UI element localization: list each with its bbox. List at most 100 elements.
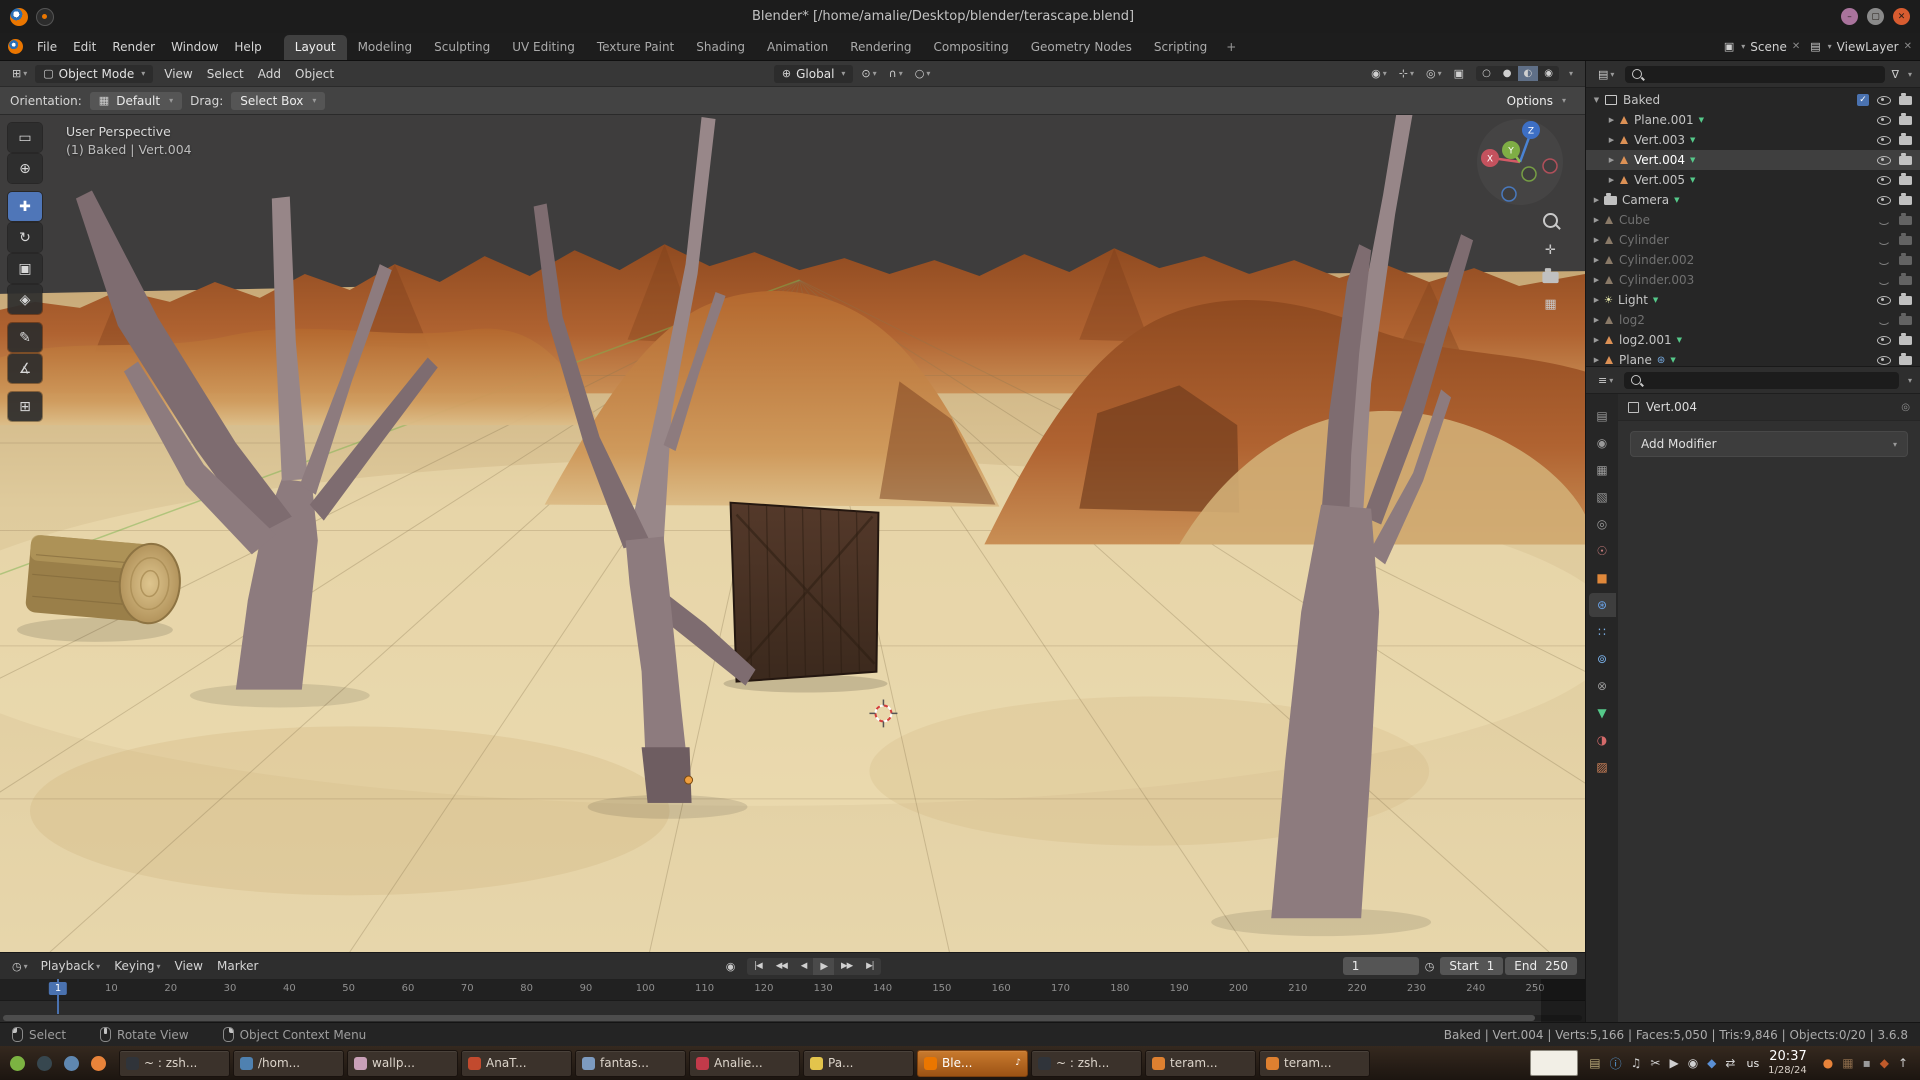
- render-visibility-icon[interactable]: [1899, 216, 1912, 225]
- properties-tab-data[interactable]: ▼: [1589, 701, 1616, 725]
- viewlayer-selector[interactable]: ▤ ▾ ViewLayer ✕: [1810, 40, 1912, 54]
- editor-type-button[interactable]: ⊞▾: [8, 65, 31, 82]
- render-visibility-icon[interactable]: [1899, 96, 1912, 105]
- properties-tab-physics[interactable]: ⊚: [1589, 647, 1616, 671]
- overlays-dropdown[interactable]: ◎▾: [1422, 65, 1446, 82]
- options-dropdown[interactable]: Options ▾: [1498, 92, 1575, 110]
- menu-window[interactable]: Window: [163, 37, 226, 57]
- properties-tab-render[interactable]: ◉: [1589, 431, 1616, 455]
- outliner-search-input[interactable]: [1625, 66, 1884, 83]
- expand-arrow-icon[interactable]: ▶: [1589, 196, 1604, 204]
- add-workspace-button[interactable]: +: [1218, 35, 1244, 60]
- minimize-button[interactable]: –: [1841, 8, 1858, 25]
- filter-funnel-icon[interactable]: ∇: [1892, 68, 1899, 81]
- expand-arrow-icon[interactable]: ▼: [1589, 96, 1604, 104]
- tool-scale-button[interactable]: ▣: [8, 254, 42, 283]
- play-button[interactable]: ▶: [813, 958, 834, 975]
- scene-unlink-icon[interactable]: ✕: [1792, 41, 1800, 52]
- blender-menu-icon[interactable]: [8, 39, 23, 54]
- outliner-row-log2-001[interactable]: ▶log2.001▼: [1586, 330, 1920, 350]
- orientation-dropdown[interactable]: ⊕ Global ▾: [774, 65, 854, 83]
- launcher-browser[interactable]: [86, 1051, 111, 1076]
- keying-clock-icon[interactable]: ◷: [1421, 958, 1439, 975]
- properties-tab-constraints[interactable]: ⊗: [1589, 674, 1616, 698]
- tab-compositing[interactable]: Compositing: [922, 35, 1019, 60]
- previous-keyframe-button[interactable]: ◀◀: [769, 958, 794, 975]
- outliner-row-cube[interactable]: ▶Cube: [1586, 210, 1920, 230]
- properties-search-input[interactable]: [1624, 372, 1899, 389]
- pivot-dropdown[interactable]: ⊙▾: [857, 65, 880, 82]
- bluetooth-tray-icon[interactable]: ◆: [1707, 1056, 1716, 1070]
- viewport-menu-select[interactable]: Select: [200, 65, 251, 83]
- timeline-menu-keying[interactable]: Keying▾: [107, 957, 167, 975]
- navigation-gizmo[interactable]: Z X Y: [1475, 117, 1565, 207]
- outliner-row-camera[interactable]: ▶Camera▼: [1586, 190, 1920, 210]
- 3d-viewport[interactable]: User Perspective (1) Baked | Vert.004 ▭⊕…: [0, 115, 1585, 952]
- jump-to-start-button[interactable]: |◀: [747, 958, 768, 975]
- viewport-menu-object[interactable]: Object: [288, 65, 341, 83]
- menu-edit[interactable]: Edit: [65, 37, 104, 57]
- visibility-eye-icon[interactable]: [1877, 276, 1891, 285]
- log-object[interactable]: [25, 533, 183, 625]
- timeline-menu-playback[interactable]: Playback▾: [34, 957, 108, 975]
- taskbar-window-8[interactable]: ~ : zsh...: [1031, 1050, 1142, 1077]
- info-tray-icon[interactable]: ⓘ: [1610, 1055, 1622, 1072]
- timeline-scrollbar[interactable]: [3, 1015, 1582, 1021]
- render-visibility-icon[interactable]: [1899, 116, 1912, 125]
- collection-checkbox[interactable]: ✓: [1857, 94, 1869, 106]
- window-menu-icon[interactable]: [36, 8, 54, 26]
- orientation-setting-dropdown[interactable]: ▦ Default ▾: [90, 92, 182, 110]
- viewport-menu-view[interactable]: View: [157, 65, 199, 83]
- visibility-eye-icon[interactable]: [1877, 296, 1891, 305]
- tool-measure-button[interactable]: ∡: [8, 354, 42, 383]
- tab-animation[interactable]: Animation: [756, 35, 839, 60]
- outliner-row-log2[interactable]: ▶log2: [1586, 310, 1920, 330]
- properties-tab-tool[interactable]: ▤: [1589, 404, 1616, 428]
- outliner-row-light[interactable]: ▶☀Light▼: [1586, 290, 1920, 310]
- 3d-scene[interactable]: [0, 115, 1585, 952]
- updates-tray-icon[interactable]: ◆: [1880, 1056, 1889, 1070]
- auto-keying-toggle[interactable]: ◉: [722, 960, 740, 973]
- properties-tab-view-layer[interactable]: ▧: [1589, 485, 1616, 509]
- outliner-row-plane-001[interactable]: ▶Plane.001▼: [1586, 110, 1920, 130]
- visibility-eye-icon[interactable]: [1877, 336, 1891, 345]
- expand-arrow-icon[interactable]: ▶: [1589, 256, 1604, 264]
- render-visibility-icon[interactable]: [1899, 136, 1912, 145]
- network-tray-icon[interactable]: ⇄: [1725, 1056, 1735, 1070]
- taskbar-window-10[interactable]: teram...: [1259, 1050, 1370, 1077]
- gizmo-y-label[interactable]: Y: [1507, 147, 1514, 157]
- properties-tab-output[interactable]: ▦: [1589, 458, 1616, 482]
- outliner-row-cylinder[interactable]: ▶Cylinder: [1586, 230, 1920, 250]
- camera-view-icon[interactable]: [1542, 272, 1558, 283]
- gizmo-z-label[interactable]: Z: [1528, 127, 1534, 137]
- visibility-eye-icon[interactable]: [1877, 236, 1891, 245]
- current-frame-indicator[interactable]: 1: [49, 982, 67, 995]
- taskbar-window-1[interactable]: /hom...: [233, 1050, 344, 1077]
- taskbar-window-4[interactable]: fantas...: [575, 1050, 686, 1077]
- expand-arrow-icon[interactable]: ▶: [1589, 236, 1604, 244]
- close-button[interactable]: ✕: [1893, 8, 1910, 25]
- visibility-eye-icon[interactable]: [1877, 356, 1891, 365]
- viewlayer-remove-icon[interactable]: ✕: [1904, 41, 1912, 52]
- menu-file[interactable]: File: [29, 37, 65, 57]
- tab-layout[interactable]: Layout: [284, 35, 347, 60]
- snap-toggle[interactable]: ∩▾: [885, 65, 907, 82]
- gizmos-dropdown[interactable]: ⊹▾: [1395, 65, 1418, 82]
- taskbar-window-6[interactable]: Pa...: [803, 1050, 914, 1077]
- expand-arrow-icon[interactable]: ▶: [1589, 316, 1604, 324]
- visibility-eye-icon[interactable]: [1877, 176, 1891, 185]
- browser-tray-icon[interactable]: ●: [1823, 1056, 1833, 1070]
- render-visibility-icon[interactable]: [1899, 276, 1912, 285]
- menu-help[interactable]: Help: [226, 37, 269, 57]
- drag-setting-dropdown[interactable]: Select Box ▾: [231, 92, 325, 110]
- keyboard-layout-indicator[interactable]: us: [1746, 1057, 1759, 1070]
- properties-tab-texture[interactable]: ▨: [1589, 755, 1616, 779]
- clipboard-tray-icon[interactable]: ▤: [1589, 1056, 1600, 1070]
- outliner-row-cylinder-003[interactable]: ▶Cylinder.003: [1586, 270, 1920, 290]
- tool-cursor-button[interactable]: ⊕: [8, 154, 42, 183]
- menu-render[interactable]: Render: [104, 37, 163, 57]
- shading-solid-button[interactable]: ●: [1497, 66, 1518, 81]
- xray-toggle[interactable]: ▣: [1450, 65, 1468, 82]
- launcher-files[interactable]: [59, 1051, 84, 1076]
- scene-selector[interactable]: ▣ ▾ Scene ✕: [1724, 40, 1800, 54]
